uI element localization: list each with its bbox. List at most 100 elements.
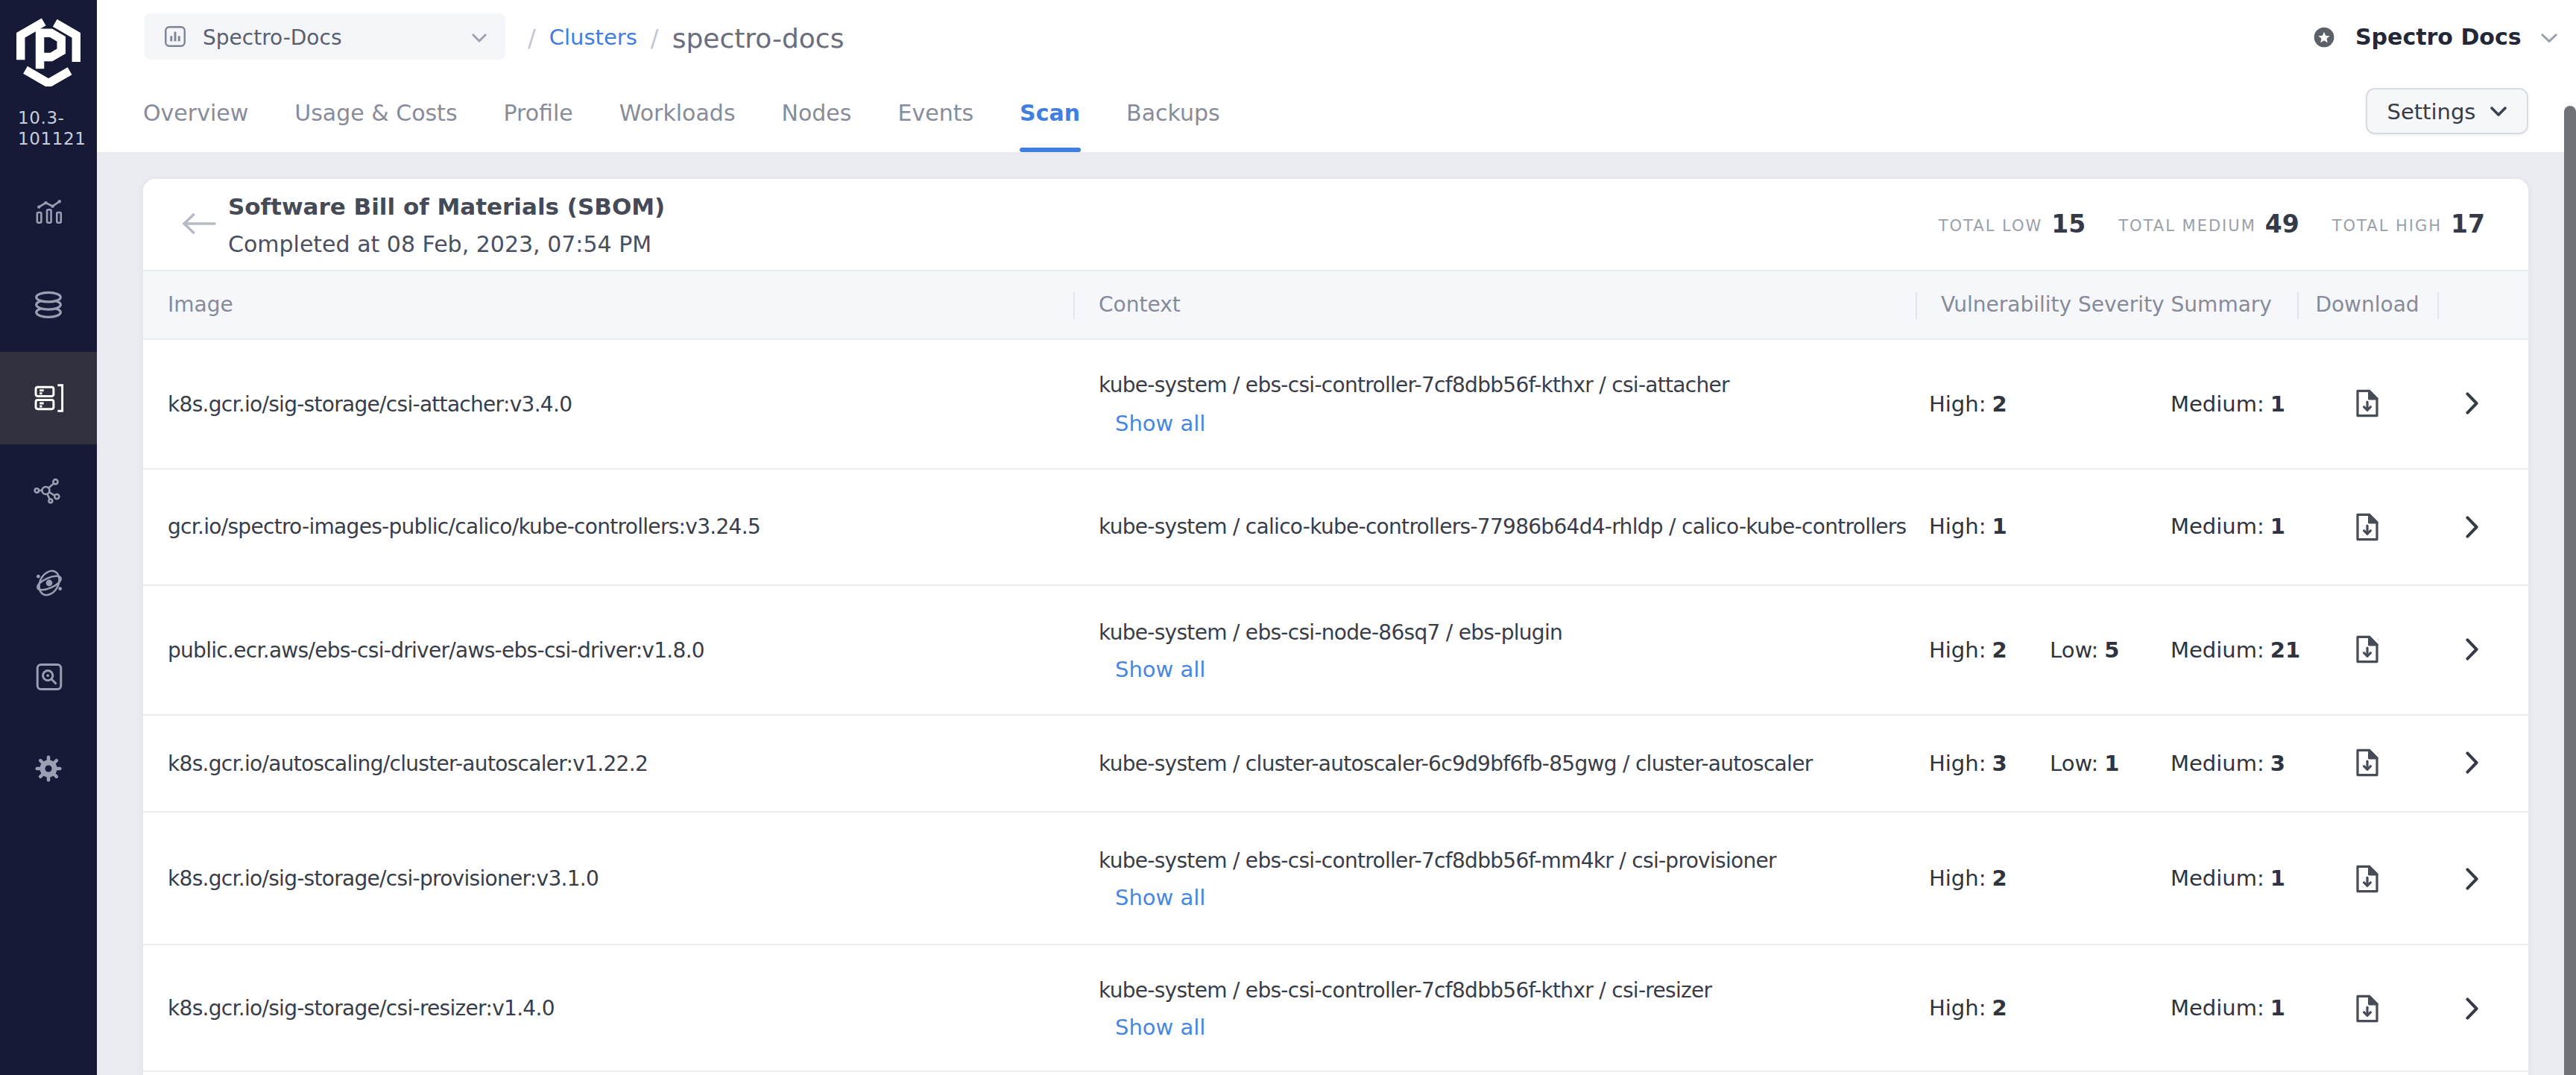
severity-high: High:2 xyxy=(1929,996,2050,1020)
table-row: gcr.io/spectro-images-public/calico/kube… xyxy=(143,469,2528,586)
sbom-card-header: Software Bill of Materials (SBOM) Comple… xyxy=(143,179,2528,270)
version-label: 10.3- 101121 xyxy=(18,107,86,149)
tab-nodes[interactable]: Nodes xyxy=(782,75,852,152)
context-cell: kube-system / cluster-autoscaler-6c9d9bf… xyxy=(1099,715,1916,811)
severity-medium: Medium:1 xyxy=(2171,515,2294,539)
settings-button[interactable]: Settings xyxy=(2366,88,2528,134)
breadcrumb-separator: / xyxy=(528,23,536,51)
sidebar-item-workspaces[interactable] xyxy=(0,444,97,536)
breadcrumb-separator: / xyxy=(651,23,659,51)
sidebar-item-audit[interactable] xyxy=(0,630,97,722)
show-all-link[interactable]: Show all xyxy=(1115,885,1916,913)
project-chart-icon xyxy=(162,24,188,49)
download-cell xyxy=(2297,339,2437,467)
sidebar: 10.3- 101121 xyxy=(0,0,97,1075)
severity-high: High:2 xyxy=(1929,638,2050,662)
tab-usage-costs[interactable]: Usage & Costs xyxy=(294,75,457,152)
severity-high: High:2 xyxy=(1929,391,2050,415)
severity-cell: High:2 Medium:1 xyxy=(1929,945,2294,1071)
audit-search-icon xyxy=(32,660,65,693)
severity-low: Low:5 xyxy=(2050,638,2171,662)
project-selector-label: Spectro-Docs xyxy=(203,25,342,48)
settings-button-label: Settings xyxy=(2387,99,2476,123)
chevron-right-icon[interactable] xyxy=(2465,516,2478,538)
show-all-link[interactable]: Show all xyxy=(1115,410,1916,438)
tab-workloads[interactable]: Workloads xyxy=(619,75,736,152)
download-cell xyxy=(2297,586,2437,713)
context-text: kube-system / ebs-csi-controller-7cf8dbb… xyxy=(1099,369,1916,403)
severity-medium: Medium:1 xyxy=(2171,866,2294,890)
gear-icon xyxy=(33,753,64,784)
severity-cell: High:2 Medium:1 xyxy=(1929,339,2294,467)
row-expand-cell xyxy=(2437,813,2506,944)
chevron-right-icon[interactable] xyxy=(2465,392,2478,414)
row-expand-cell xyxy=(2437,339,2506,467)
table-header: Image Context Vulnerability Severity Sum… xyxy=(143,270,2528,339)
vertical-scrollbar[interactable] xyxy=(2563,106,2576,1075)
palette-logo-icon[interactable] xyxy=(16,15,80,86)
context-text: kube-system / ebs-csi-controller-7cf8dbb… xyxy=(1099,974,1916,1007)
tab-events[interactable]: Events xyxy=(897,75,973,152)
scan-content: Software Bill of Materials (SBOM) Comple… xyxy=(97,152,2576,1075)
column-header-context: Context xyxy=(1099,293,1181,317)
tab-backups[interactable]: Backups xyxy=(1126,75,1220,152)
project-selector[interactable]: Spectro-Docs xyxy=(145,13,505,60)
table-row: k8s.gcr.io/autoscaling/cluster-autoscale… xyxy=(143,715,2528,813)
chevron-right-icon[interactable] xyxy=(2465,639,2478,661)
severity-high: High:2 xyxy=(1929,866,2050,890)
project-badge-icon xyxy=(2312,25,2336,49)
sidebar-item-cluster-groups[interactable] xyxy=(0,537,97,629)
account-menu[interactable]: Spectro Docs xyxy=(2312,0,2559,75)
severity-medium: Medium:21 xyxy=(2171,638,2300,662)
layers-stack-icon xyxy=(31,287,66,321)
back-arrow-icon[interactable] xyxy=(179,212,218,236)
chevron-right-icon[interactable] xyxy=(2465,997,2478,1019)
chevron-right-icon[interactable] xyxy=(2465,867,2478,889)
sidebar-item-settings[interactable] xyxy=(0,722,97,815)
chevron-down-icon xyxy=(2489,105,2507,117)
column-header-severity: Vulnerability Severity Summary xyxy=(1916,293,2297,317)
download-cell xyxy=(2297,469,2437,584)
analytics-icon xyxy=(32,195,65,228)
severity-low: Low:1 xyxy=(2050,751,2171,775)
chevron-down-icon xyxy=(2541,32,2559,42)
download-file-icon[interactable] xyxy=(2355,636,2379,664)
context-cell: kube-system / ebs-csi-controller-7cf8dbb… xyxy=(1099,339,1916,467)
table-row: k8s.gcr.io/sig-storage/csi-resizer:v1.4.… xyxy=(143,945,2528,1072)
top-header: Spectro-Docs / Clusters / spectro-docs S… xyxy=(97,0,2576,152)
download-file-icon[interactable] xyxy=(2355,749,2379,778)
download-file-icon[interactable] xyxy=(2355,994,2379,1022)
sidebar-item-clusters[interactable] xyxy=(0,351,97,444)
context-cell: kube-system / ebs-csi-node-86sq7 / ebs-p… xyxy=(1099,586,1916,713)
network-icon xyxy=(32,473,65,506)
breadcrumb-clusters-link[interactable]: Clusters xyxy=(549,25,637,49)
app-root: 10.3- 101121 xyxy=(0,0,2576,1075)
download-file-icon[interactable] xyxy=(2355,513,2379,541)
tab-overview[interactable]: Overview xyxy=(143,75,248,152)
sidebar-item-profiles[interactable] xyxy=(0,258,97,350)
sbom-title: Software Bill of Materials (SBOM) xyxy=(228,189,665,227)
image-cell: public.ecr.aws/ebs-csi-driver/aws-ebs-cs… xyxy=(168,586,1077,713)
download-cell xyxy=(2297,945,2437,1071)
show-all-link[interactable]: Show all xyxy=(1115,1015,1916,1043)
show-all-link[interactable]: Show all xyxy=(1115,656,1916,684)
sbom-completed-at: Completed at 08 Feb, 2023, 07:54 PM xyxy=(228,227,665,264)
column-divider xyxy=(1916,292,1917,319)
chevron-down-icon xyxy=(471,33,487,43)
severity-medium: Medium:3 xyxy=(2171,751,2294,775)
severity-totals: TOTAL LOW 15 TOTAL MEDIUM 49 TOTAL HIGH … xyxy=(1939,179,2485,270)
tab-scan[interactable]: Scan xyxy=(1020,75,1080,152)
context-text: kube-system / ebs-csi-node-86sq7 / ebs-p… xyxy=(1099,615,1916,649)
download-file-icon[interactable] xyxy=(2355,864,2379,892)
chevron-right-icon[interactable] xyxy=(2465,752,2478,775)
download-file-icon[interactable] xyxy=(2355,389,2379,417)
severity-cell: High:2 Low:5 Medium:21 xyxy=(1929,586,2294,713)
sidebar-item-dashboard[interactable] xyxy=(0,165,97,258)
download-cell xyxy=(2297,813,2437,944)
table-row: k8s.gcr.io/sig-storage/csi-attacher:v3.4… xyxy=(143,339,2528,469)
severity-high: High:1 xyxy=(1929,515,2050,539)
column-divider xyxy=(1073,292,1074,319)
account-name: Spectro Docs xyxy=(2355,24,2522,51)
severity-cell: High:2 Medium:1 xyxy=(1929,813,2294,944)
tab-profile[interactable]: Profile xyxy=(504,75,573,152)
